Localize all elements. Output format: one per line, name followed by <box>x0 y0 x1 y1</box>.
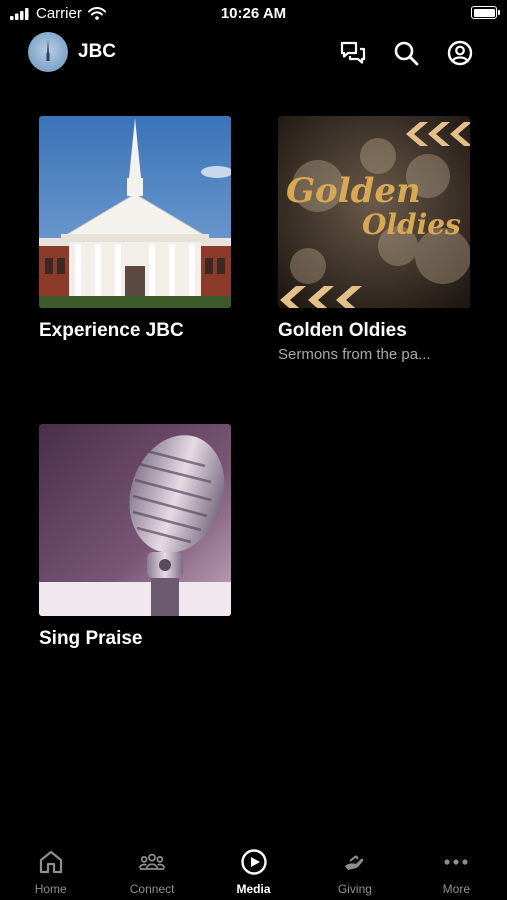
microphone-thumbnail <box>39 424 231 616</box>
profile-icon[interactable] <box>446 39 474 67</box>
oldies-art-text: Oldies <box>362 208 461 241</box>
tab-giving[interactable]: Giving <box>304 840 405 900</box>
church-building-thumbnail <box>39 116 231 308</box>
tab-connect[interactable]: Connect <box>101 840 202 900</box>
media-card-golden-oldies[interactable]: Golden Oldies Golden Oldies Sermons from… <box>278 116 470 363</box>
church-spire-icon <box>46 39 50 61</box>
tab-more[interactable]: More <box>406 840 507 900</box>
tab-home[interactable]: Home <box>0 840 101 900</box>
battery-icon <box>471 6 500 19</box>
church-logo[interactable] <box>28 32 68 72</box>
play-circle-icon <box>240 849 267 875</box>
tab-label: Home <box>34 882 67 896</box>
more-dots-icon <box>444 859 468 865</box>
hand-icon <box>344 855 364 870</box>
golden-art-text: Golden <box>286 171 421 211</box>
tab-label: Giving <box>337 882 372 896</box>
tab-bar: Home Connect Media Giving More <box>0 840 507 900</box>
app-header: JBC <box>0 32 507 74</box>
tab-label: More <box>442 882 470 896</box>
home-icon <box>39 850 62 874</box>
tab-media[interactable]: Media <box>203 840 304 900</box>
tab-label: Media <box>236 882 271 896</box>
tab-label: Connect <box>129 882 175 896</box>
card-subtitle: Sermons from the pa... <box>278 346 431 363</box>
status-bar: Carrier 10:26 AM <box>0 0 507 28</box>
people-icon <box>138 853 166 870</box>
card-title: Golden Oldies <box>278 320 407 341</box>
status-time: 10:26 AM <box>220 5 287 22</box>
media-card-sing-praise[interactable]: Sing Praise <box>39 424 231 650</box>
search-icon[interactable] <box>392 39 420 67</box>
card-title: Experience JBC <box>39 320 184 341</box>
chat-icon[interactable] <box>339 39 367 67</box>
media-card-experience-jbc[interactable]: Experience JBC <box>39 116 231 342</box>
golden-oldies-thumbnail: Golden Oldies <box>278 116 470 308</box>
header-title: JBC <box>78 41 117 62</box>
card-title: Sing Praise <box>39 628 143 649</box>
